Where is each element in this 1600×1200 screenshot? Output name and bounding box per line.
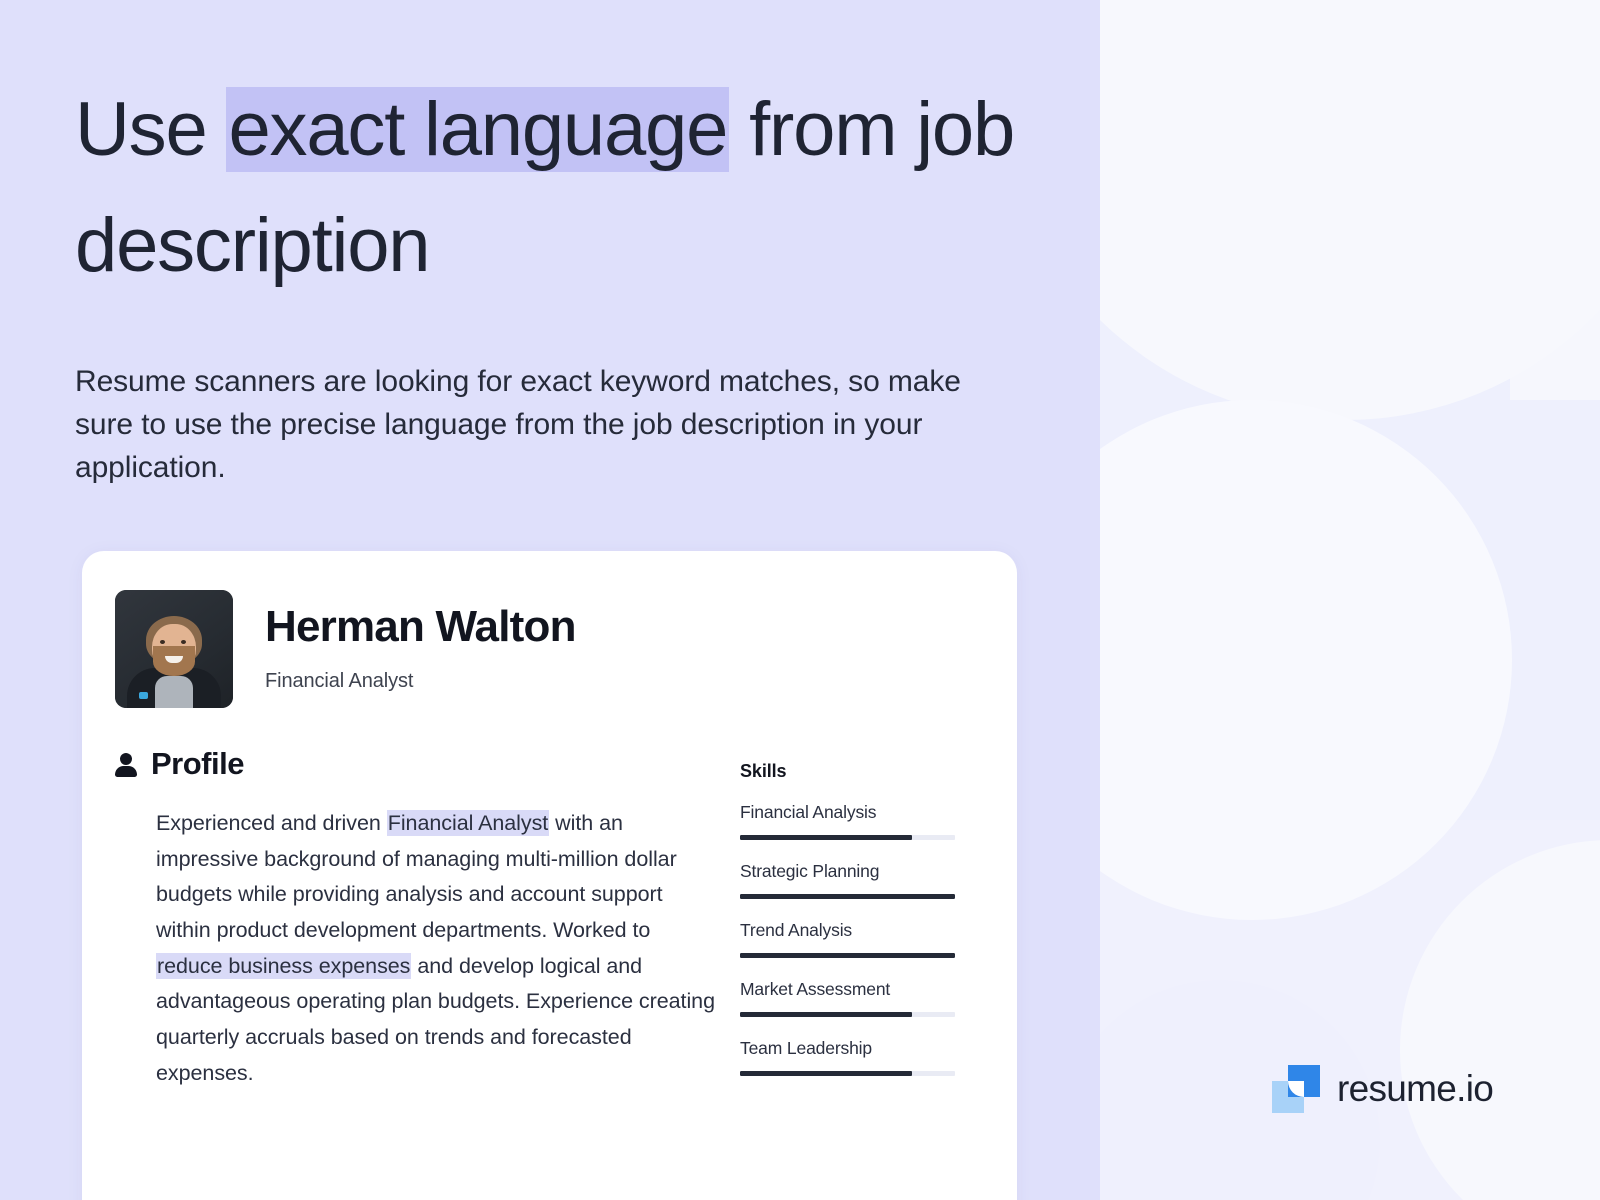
skill-label: Strategic Planning — [740, 861, 880, 881]
skill-item: Market Assessment — [740, 979, 960, 1017]
skill-item: Strategic Planning — [740, 861, 960, 899]
resume-io-logo[interactable]: resume.io — [1272, 1065, 1494, 1113]
headline-highlight: exact language — [226, 87, 730, 172]
skills-list: Financial Analysis Strategic Planning Tren… — [740, 802, 960, 1076]
skill-item: Trend Analysis — [740, 920, 960, 958]
page-subtitle: Resume scanners are looking for exact ke… — [75, 365, 961, 485]
avatar — [115, 590, 233, 708]
skill-level-fill — [740, 1071, 912, 1076]
profile-highlight-3: reduce business expenses — [156, 952, 412, 979]
skill-level-fill — [740, 953, 955, 958]
profile-section-heading: Profile — [115, 746, 715, 782]
person-icon-head — [120, 753, 132, 765]
profile-body-text: Experienced and driven Financial Analyst… — [156, 806, 718, 1092]
resume-candidate-name: Herman Walton — [265, 602, 576, 651]
skill-level-fill — [740, 835, 912, 840]
avatar-badge — [139, 692, 148, 699]
resume-body: Profile Experienced and driven Financial… — [115, 746, 1017, 1097]
resume-io-logo-icon — [1272, 1065, 1320, 1113]
skill-level-track — [740, 953, 955, 958]
avatar-shirt — [155, 676, 193, 708]
resume-preview-card[interactable]: Herman Walton Financial Analyst Profile … — [82, 551, 1017, 1200]
skill-label: Trend Analysis — [740, 920, 853, 940]
profile-highlight-1: Financial Analyst — [386, 810, 550, 836]
resume-profile-column: Profile Experienced and driven Financial… — [115, 746, 715, 1097]
skill-item: Financial Analysis — [740, 802, 960, 840]
skill-level-fill — [740, 894, 955, 899]
resume-identity: Herman Walton Financial Analyst — [265, 590, 576, 693]
skill-item: Team Leadership — [740, 1038, 960, 1076]
decorative-right-panel — [1100, 0, 1600, 1200]
avatar-eye-right — [181, 640, 186, 644]
person-icon-shoulders — [115, 766, 137, 777]
profile-title: Profile — [151, 746, 244, 781]
skill-label: Market Assessment — [740, 979, 891, 999]
main-content-panel: Use exact language from job description … — [0, 0, 1494, 1200]
decorative-quadrant-mid-right — [1510, 400, 1600, 820]
skill-level-track — [740, 1012, 955, 1017]
avatar-eye-left — [160, 640, 165, 644]
resume-io-logo-text: resume.io — [1337, 1068, 1494, 1109]
skill-level-fill — [740, 1012, 912, 1017]
skills-title: Skills — [740, 761, 787, 781]
headline-text-before: Use — [75, 87, 227, 172]
resume-skills-column: Skills Financial Analysis Strategic Plann… — [740, 746, 960, 1097]
page-title: Use exact language from job description — [75, 72, 1035, 303]
poster-canvas: Use exact language from job description … — [0, 0, 1600, 1200]
skill-label: Team Leadership — [740, 1038, 872, 1058]
skill-level-track — [740, 894, 955, 899]
resume-candidate-role: Financial Analyst — [265, 670, 414, 693]
profile-text-0: Experienced and driven — [156, 811, 387, 835]
skill-label: Financial Analysis — [740, 802, 877, 822]
skill-level-track — [740, 835, 955, 840]
person-icon — [115, 752, 137, 777]
skill-level-track — [740, 1071, 955, 1076]
resume-header: Herman Walton Financial Analyst — [115, 590, 576, 708]
decorative-circle-top — [1100, 0, 1600, 420]
